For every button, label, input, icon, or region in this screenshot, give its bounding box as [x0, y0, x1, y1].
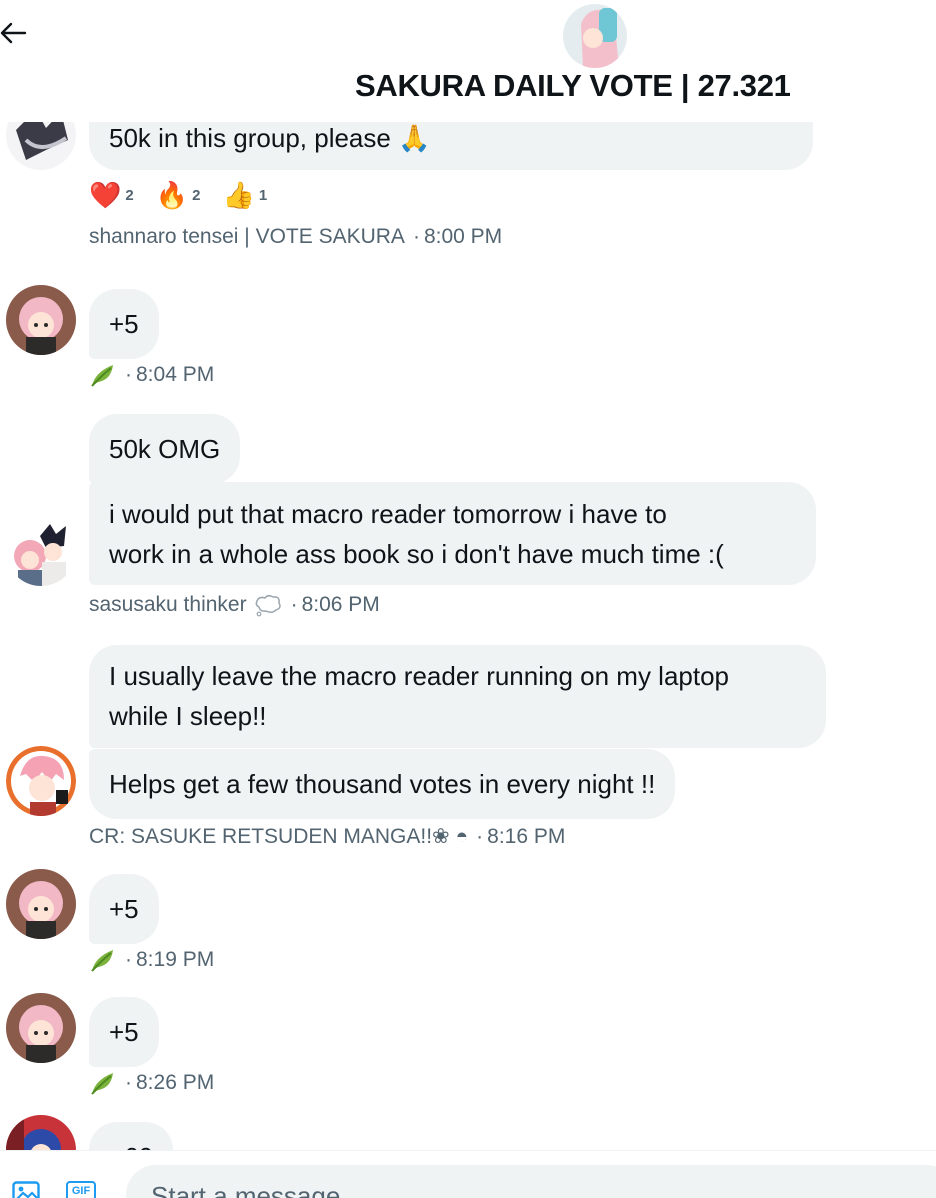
message-text-line: work in a whole ass book so i don't have…	[109, 539, 724, 569]
conversation-title: SAKURA DAILY VOTE | 27.321	[355, 68, 791, 103]
reactions-bar: ❤️ 2 🔥 2 👍 1	[89, 180, 267, 211]
timestamp: 8:19 PM	[136, 948, 215, 971]
message-text: +5	[109, 309, 139, 339]
timestamp: 8:00 PM	[423, 225, 503, 248]
sender-name[interactable]: CR: SASUKE RETSUDEN MANGA!!❀ ◓	[89, 824, 468, 849]
message-meta: shannaro tensei | VOTE SAKURA · 8:00 PM	[89, 225, 503, 249]
leaf-icon	[91, 365, 113, 387]
thought-bubble-icon	[255, 594, 281, 617]
reaction-heart[interactable]: ❤️ 2	[89, 180, 134, 211]
timestamp: 8:04 PM	[136, 363, 215, 386]
message-list[interactable]: 50k in this group, please 🙏 ❤️ 2 🔥 2 👍 1…	[0, 0, 936, 1150]
group-avatar[interactable]	[563, 4, 627, 68]
message-composer: GIF Start a message	[0, 1150, 936, 1198]
gif-icon: GIF	[66, 1181, 96, 1198]
sender-name[interactable]: sasusaku thinker	[89, 593, 247, 617]
reaction-count: 2	[192, 187, 201, 204]
heart-icon: ❤️	[89, 180, 122, 210]
reaction-count: 1	[258, 187, 268, 204]
message-input[interactable]: Start a message	[126, 1165, 936, 1198]
gif-label: GIF	[71, 1185, 91, 1197]
message-meta: · 8:19 PM	[89, 947, 214, 973]
arrow-left-icon	[0, 22, 27, 44]
thumbs-up-icon: 👍	[222, 180, 255, 210]
avatar[interactable]	[6, 516, 76, 586]
message-meta: · 8:04 PM	[89, 362, 214, 388]
message-text: +5	[109, 894, 139, 924]
reaction-count: 2	[125, 187, 134, 204]
sender-name[interactable]: shannaro tensei | VOTE SAKURA	[89, 225, 405, 249]
message-bubble[interactable]: i would put that macro reader tomorrow i…	[89, 482, 816, 585]
avatar[interactable]	[6, 746, 76, 816]
timestamp: 8:06 PM	[301, 593, 380, 616]
message-text: +60	[109, 1142, 153, 1150]
avatar[interactable]	[6, 993, 76, 1063]
timestamp: 8:16 PM	[487, 824, 566, 848]
gif-button[interactable]: GIF	[66, 1181, 96, 1198]
message-bubble[interactable]: +5	[89, 997, 159, 1067]
leaf-icon	[91, 950, 113, 972]
avatar[interactable]	[6, 285, 76, 355]
message-text: +5	[109, 1017, 139, 1047]
leaf-icon	[91, 1073, 113, 1095]
reaction-thumbs-up[interactable]: 👍 1	[222, 180, 267, 211]
image-button[interactable]	[12, 1181, 40, 1198]
message-text-line: i would put that macro reader tomorrow i…	[109, 499, 667, 529]
message-bubble[interactable]: +60	[89, 1122, 174, 1150]
conversation-header: SAKURA DAILY VOTE | 27.321	[0, 0, 936, 122]
message-text: 50k OMG	[109, 434, 221, 464]
image-icon	[12, 1181, 40, 1198]
avatar[interactable]	[6, 869, 76, 939]
message-meta: CR: SASUKE RETSUDEN MANGA!!❀ ◓ · 8:16 PM	[89, 824, 566, 849]
input-placeholder: Start a message	[151, 1181, 341, 1198]
message-bubble[interactable]: +5	[89, 289, 159, 359]
message-bubble[interactable]: 50k OMG	[89, 414, 241, 484]
message-text-line: I usually leave the macro reader running…	[109, 661, 730, 691]
message-bubble[interactable]: I usually leave the macro reader running…	[89, 645, 826, 748]
back-button[interactable]	[0, 18, 34, 48]
reaction-fire[interactable]: 🔥 2	[156, 180, 201, 211]
timestamp: 8:26 PM	[136, 1071, 215, 1094]
avatar[interactable]	[6, 1115, 76, 1150]
fire-icon: 🔥	[155, 180, 189, 210]
message-bubble[interactable]: +5	[89, 874, 159, 944]
message-text: 50k in this group, please 🙏	[109, 123, 431, 153]
message-meta: sasusaku thinker · 8:06 PM	[89, 593, 380, 617]
message-bubble[interactable]: Helps get a few thousand votes in every …	[89, 749, 676, 819]
message-text: Helps get a few thousand votes in every …	[109, 769, 656, 799]
message-meta: · 8:26 PM	[89, 1070, 214, 1096]
message-text-line: while I sleep!!	[109, 701, 267, 731]
